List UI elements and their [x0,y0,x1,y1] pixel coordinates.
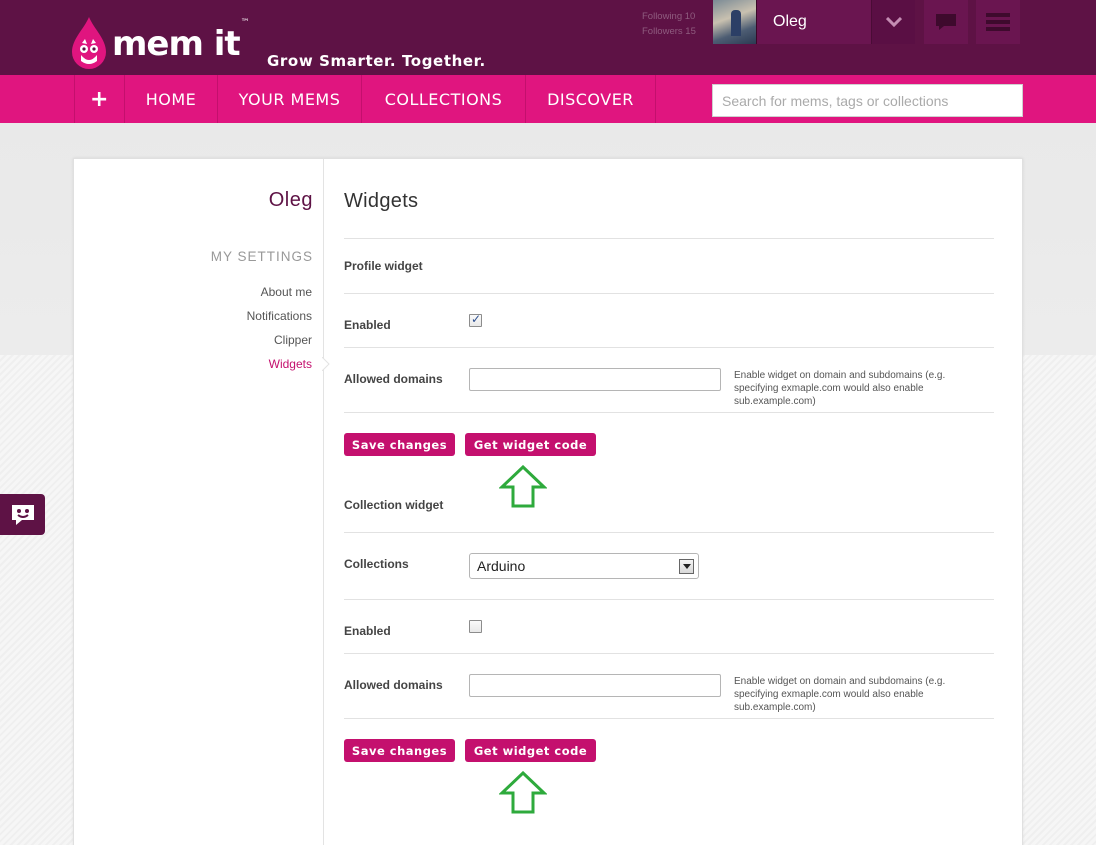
settings-card: Oleg MY SETTINGS About me Notifications … [73,158,1023,845]
divider [344,532,994,533]
sidebar-item-about-me[interactable]: About me [261,285,312,299]
user-dropdown-button[interactable] [871,0,915,44]
widgets-content: Widgets Profile widget Enabled ✓ Allowed… [344,159,994,845]
profile-enabled-label: Enabled [344,318,391,332]
collection-get-code-button[interactable]: Get widget code [465,739,596,762]
profile-domains-label: Allowed domains [344,372,443,386]
chat-bubble-icon [936,14,956,30]
active-pointer-icon [322,357,330,371]
user-menu[interactable]: Oleg [713,0,915,44]
collection-widget-heading: Collection widget [344,498,444,512]
feedback-tab[interactable] [0,494,45,535]
collection-enabled-label: Enabled [344,624,391,638]
search-input[interactable] [712,84,1023,117]
collection-select[interactable]: Arduino [469,553,699,579]
nav-home[interactable]: HOME [125,75,218,123]
select-arrow-icon [679,559,694,574]
profile-save-button[interactable]: Save changes [344,433,455,456]
collection-domains-label: Allowed domains [344,678,443,692]
tagline: Grow Smarter. Together. [267,52,486,70]
sidebar-item-notifications[interactable]: Notifications [247,309,312,323]
nav-discover[interactable]: DISCOVER [526,75,656,123]
chevron-down-icon [885,17,902,27]
messages-button[interactable] [924,0,968,44]
collection-domains-input[interactable] [469,674,721,697]
divider [344,293,994,294]
nav-your-mems[interactable]: YOUR MEMS [218,75,362,123]
avatar[interactable] [713,0,757,44]
hamburger-menu-icon [986,13,1010,31]
collection-save-button[interactable]: Save changes [344,739,455,762]
following-count[interactable]: Following 10 [642,9,696,24]
collection-select-value: Arduino [477,558,526,574]
up-arrow-annotation-icon [499,771,547,814]
profile-widget-heading: Profile widget [344,259,423,273]
sidebar-heading: MY SETTINGS [210,249,313,264]
profile-domains-hint: Enable widget on domain and subdomains (… [734,370,946,407]
top-header: mem it™ Grow Smarter. Together. Followin… [0,0,1096,75]
profile-domains-input[interactable] [469,368,721,391]
nav-items: + HOME YOUR MEMS COLLECTIONS DISCOVER [74,75,656,123]
collections-label: Collections [344,557,409,571]
main-menu-button[interactable] [976,0,1020,44]
page-title: Widgets [344,190,419,212]
smiley-chat-icon [11,504,34,525]
add-mem-button[interactable]: + [75,75,125,123]
divider [344,718,994,719]
settings-sidebar: Oleg MY SETTINGS About me Notifications … [74,159,330,845]
checkmark-icon: ✓ [471,312,482,326]
logo-wordmark: mem it™ [112,18,250,64]
profile-get-code-button[interactable]: Get widget code [465,433,596,456]
sidebar-item-widgets[interactable]: Widgets [269,357,312,371]
divider [344,347,994,348]
divider [344,238,994,239]
memit-logo[interactable]: mem it™ [72,16,250,70]
user-name[interactable]: Oleg [757,0,871,44]
follow-stats: Following 10 Followers 15 [642,9,696,39]
profile-enabled-checkbox[interactable]: ✓ [469,312,482,327]
collection-domains-hint: Enable widget on domain and subdomains (… [734,676,946,713]
divider [344,412,994,413]
followers-count[interactable]: Followers 15 [642,24,696,39]
sidebar-username[interactable]: Oleg [269,189,313,212]
divider [344,653,994,654]
sidebar-item-clipper[interactable]: Clipper [274,333,312,347]
owl-logo-icon [72,17,106,69]
nav-collections[interactable]: COLLECTIONS [362,75,526,123]
collection-enabled-checkbox[interactable] [469,620,482,633]
up-arrow-annotation-icon [499,465,547,508]
divider [344,599,994,600]
